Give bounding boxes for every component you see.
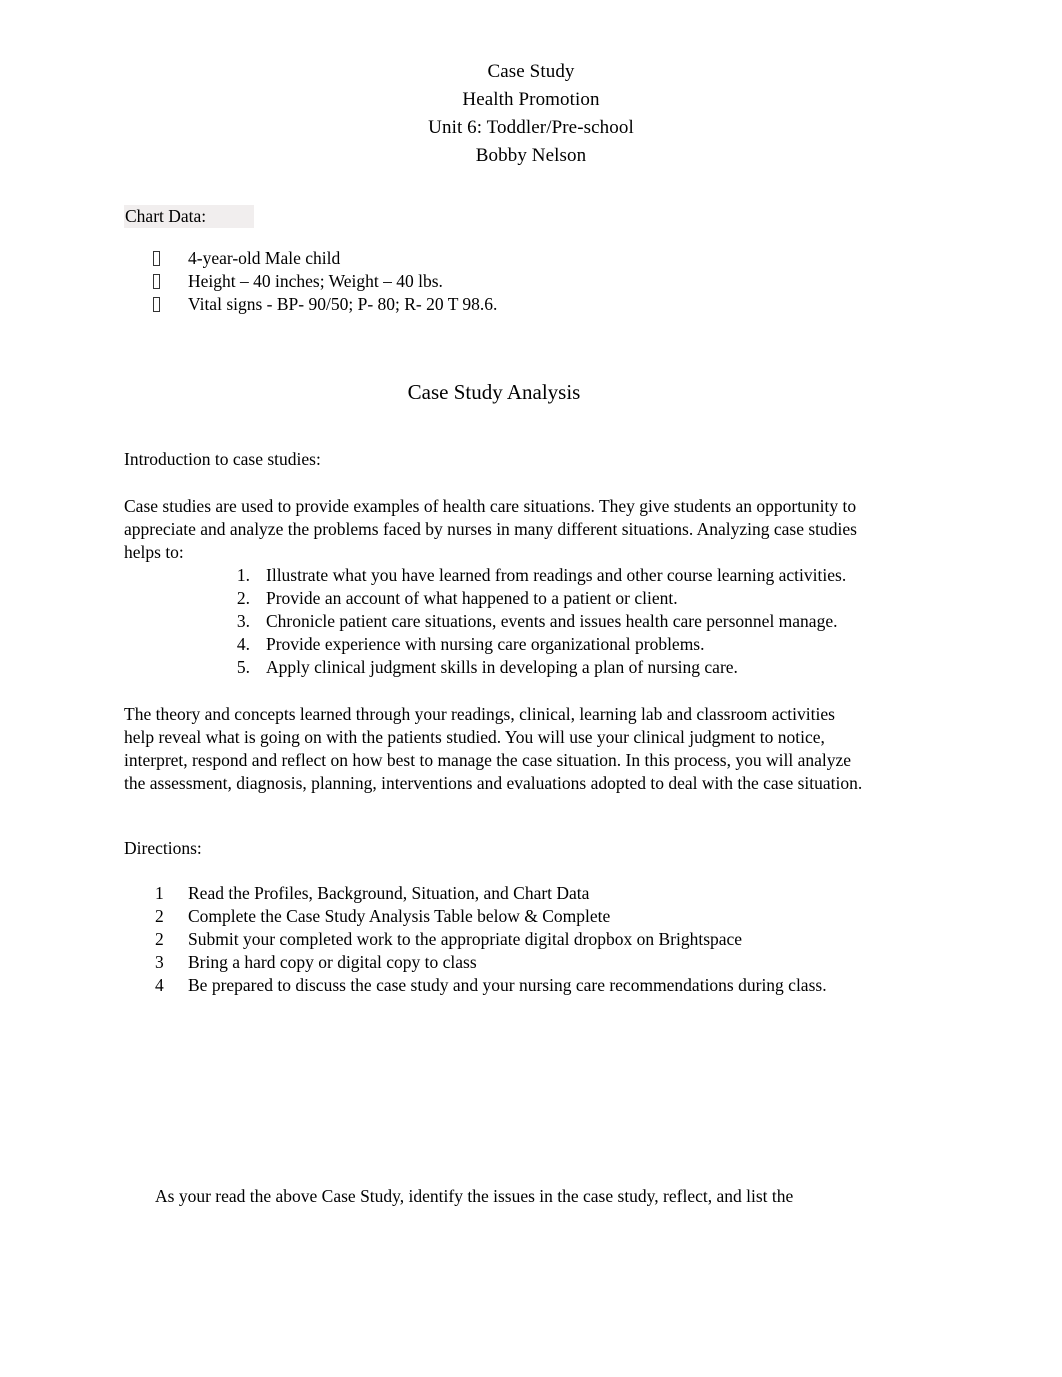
list-item-text: Complete the Case Study Analysis Table b… — [188, 906, 611, 926]
theory-paragraph: The theory and concepts learned through … — [124, 704, 863, 793]
list-item-marker: 2 — [155, 929, 164, 949]
section-heading-analysis: Case Study Analysis — [407, 380, 581, 404]
list-item: 3 Bring a hard copy or digital copy to c… — [155, 951, 864, 974]
document-title-block: Case Study Health Promotion Unit 6: Todd… — [0, 0, 1062, 170]
list-item: 5. Apply clinical judgment skills in dev… — [224, 656, 866, 679]
list-item-text: Provide an account of what happened to a… — [266, 588, 678, 608]
list-item: 4 Be prepared to discuss the case study … — [155, 974, 864, 997]
list-item-text: 4-year-old Male child — [188, 248, 341, 268]
list-item: 2 Submit your completed work to the appr… — [155, 928, 864, 951]
list-item: 3. Chronicle patient care situations, ev… — [224, 610, 866, 633]
list-item: 4-year-old Male child — [124, 247, 864, 270]
list-item-text: Submit your completed work to the approp… — [188, 929, 743, 949]
list-item-marker: 4. — [236, 634, 250, 654]
list-item-text: Read the Profiles, Background, Situation… — [188, 883, 590, 903]
missing-glyph-box-icon — [153, 251, 160, 266]
list-item-marker: 3 — [155, 952, 164, 972]
list-item-text: Provide experience with nursing care org… — [266, 634, 705, 654]
title-line-3: Unit 6: Toddler/Pre-school — [428, 117, 634, 138]
list-item-marker: 3. — [236, 611, 250, 631]
list-item-text: Illustrate what you have learned from re… — [266, 565, 847, 585]
list-item-marker: 1 — [155, 883, 164, 903]
list-item: 1 Read the Profiles, Background, Situati… — [155, 882, 864, 905]
intro-heading: Introduction to case studies: — [124, 449, 321, 469]
list-item: Vital signs - BP- 90/50; P- 80; R- 20 T … — [124, 293, 864, 316]
closing-line: As your read the above Case Study, ident… — [155, 1186, 794, 1206]
list-item-marker: 4 — [155, 975, 164, 995]
list-item-text: Bring a hard copy or digital copy to cla… — [188, 952, 477, 972]
title-line-1: Case Study — [487, 61, 575, 82]
missing-glyph-box-icon — [153, 274, 160, 289]
list-item-text: Be prepared to discuss the case study an… — [188, 975, 827, 995]
directions-list: 1 Read the Profiles, Background, Situati… — [124, 882, 864, 997]
list-item-text: Vital signs - BP- 90/50; P- 80; R- 20 T … — [188, 294, 498, 314]
intro-paragraph: Case studies are used to provide example… — [124, 496, 857, 562]
title-line-2: Health Promotion — [462, 89, 600, 110]
document-body: Chart Data: 4-year-old Male child Height… — [124, 205, 864, 1208]
list-item: Height – 40 inches; Weight – 40 lbs. — [124, 270, 864, 293]
directions-heading: Directions: — [124, 838, 202, 858]
list-item-marker: 2 — [155, 906, 164, 926]
list-item: 2. Provide an account of what happened t… — [224, 587, 866, 610]
list-item-marker: 5. — [236, 657, 250, 677]
title-line-4: Bobby Nelson — [475, 145, 587, 166]
chart-data-heading: Chart Data: — [124, 205, 864, 228]
list-item: 4. Provide experience with nursing care … — [224, 633, 866, 656]
list-item-marker: 1. — [236, 565, 250, 585]
list-item: 2 Complete the Case Study Analysis Table… — [155, 905, 864, 928]
missing-glyph-box-icon — [153, 297, 160, 312]
chart-data-list: 4-year-old Male child Height – 40 inches… — [124, 247, 864, 316]
list-item: 1. Illustrate what you have learned from… — [224, 564, 866, 587]
list-item-text: Height – 40 inches; Weight – 40 lbs. — [188, 271, 443, 291]
list-item-text: Apply clinical judgment skills in develo… — [266, 657, 738, 677]
list-item-text: Chronicle patient care situations, event… — [266, 611, 838, 631]
document-page: Case Study Health Promotion Unit 6: Todd… — [0, 0, 1062, 1377]
intro-numbered-list: 1. Illustrate what you have learned from… — [124, 564, 864, 679]
list-item-marker: 2. — [236, 588, 250, 608]
chart-data-heading-text: Chart Data: — [124, 205, 255, 228]
